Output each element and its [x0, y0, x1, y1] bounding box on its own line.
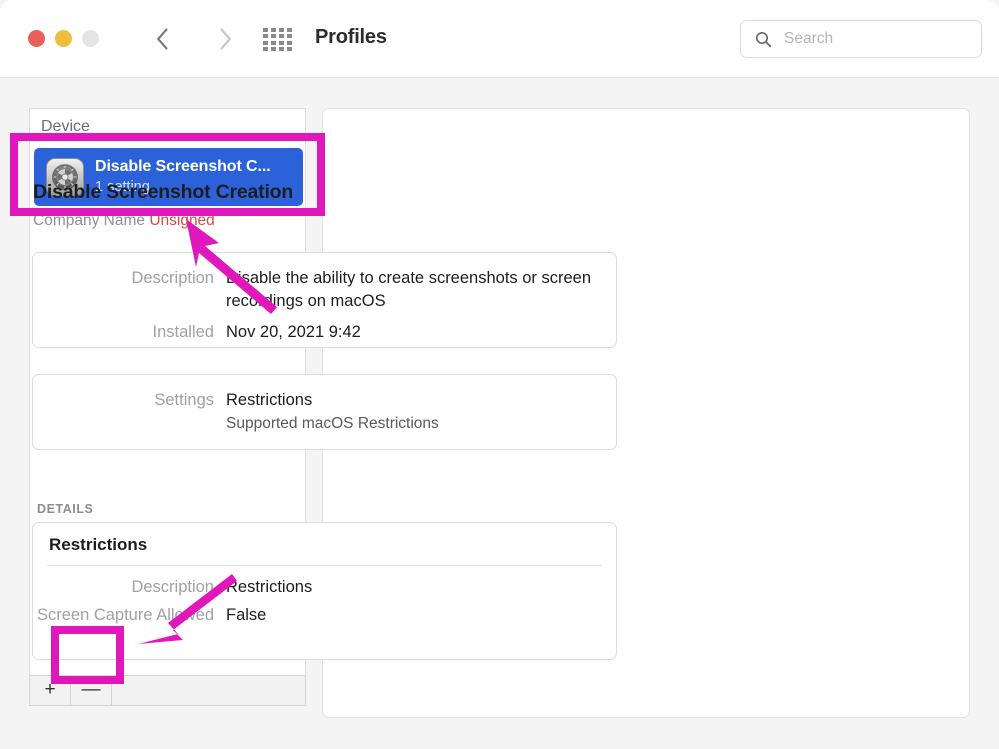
- sidebar-footer-spacer: [112, 676, 305, 705]
- settings-label: Settings: [154, 391, 214, 409]
- page-title: Profiles: [315, 26, 387, 48]
- traffic-light-group: [28, 30, 99, 47]
- minus-icon: —: [81, 679, 101, 700]
- settings-row: Settings Restrictions Supported macOS Re…: [29, 389, 439, 435]
- settings-value: Restrictions: [226, 391, 313, 409]
- chevron-right-icon: [219, 28, 231, 50]
- settings-value-group: Restrictions Supported macOS Restriction…: [214, 389, 439, 435]
- forward-button[interactable]: [208, 22, 242, 56]
- details-screen-capture-row: Screen Capture Allowed False: [29, 604, 266, 627]
- zoom-window-button[interactable]: [82, 30, 99, 47]
- plus-icon: +: [44, 679, 56, 700]
- description-label: Description: [131, 269, 214, 287]
- installed-row: Installed Nov 20, 2021 9:42: [29, 321, 361, 344]
- profile-signature-status: Unsigned: [149, 212, 215, 229]
- description-row: Description Disable the ability to creat…: [29, 267, 596, 314]
- sidebar-section-header-device: Device: [41, 118, 90, 135]
- details-description-value: Restrictions: [226, 578, 313, 596]
- details-description-row: Description Restrictions: [29, 576, 312, 599]
- search-icon: [755, 31, 772, 48]
- profile-description-card: Description Disable the ability to creat…: [32, 252, 617, 348]
- profile-detail-subtitle: Company Name Unsigned: [33, 212, 215, 230]
- profile-settings-card: Settings Restrictions Supported macOS Re…: [32, 374, 617, 450]
- profile-details-card: Restrictions Description Restrictions Sc…: [32, 522, 617, 660]
- minimize-window-button[interactable]: [55, 30, 72, 47]
- details-description-label: Description: [131, 578, 214, 596]
- add-profile-button[interactable]: +: [30, 676, 71, 705]
- details-card-divider: [47, 565, 602, 566]
- details-screen-capture-label: Screen Capture Allowed: [36, 606, 214, 624]
- profile-organization: Company Name: [33, 212, 145, 229]
- search-field[interactable]: [740, 20, 982, 58]
- window-toolbar: Profiles: [0, 0, 999, 78]
- sidebar-footer-toolbar: + —: [29, 675, 306, 706]
- back-button[interactable]: [145, 22, 179, 56]
- chevron-left-icon: [156, 28, 168, 50]
- installed-label: Installed: [152, 323, 214, 341]
- details-screen-capture-value: False: [226, 606, 267, 624]
- search-input[interactable]: [782, 29, 966, 49]
- description-value: Disable the ability to create screenshot…: [226, 269, 592, 311]
- details-card-header: Restrictions: [49, 535, 148, 554]
- settings-sub-value: Supported macOS Restrictions: [226, 415, 439, 433]
- sidebar-item-label: Disable Screenshot C...: [95, 158, 271, 176]
- content-area: Device Disable Screenshot C... 1 setting…: [0, 78, 999, 749]
- details-section-label: DETAILS: [37, 502, 94, 516]
- profiles-window: Profiles Device: [0, 0, 999, 749]
- profile-detail-title: Disable Screenshot Creation: [33, 181, 294, 203]
- installed-value: Nov 20, 2021 9:42: [226, 323, 361, 341]
- remove-profile-button[interactable]: —: [71, 676, 112, 705]
- show-all-grid-icon[interactable]: [263, 28, 293, 51]
- screenshot-root: Profiles Device: [0, 0, 999, 749]
- close-window-button[interactable]: [28, 30, 45, 47]
